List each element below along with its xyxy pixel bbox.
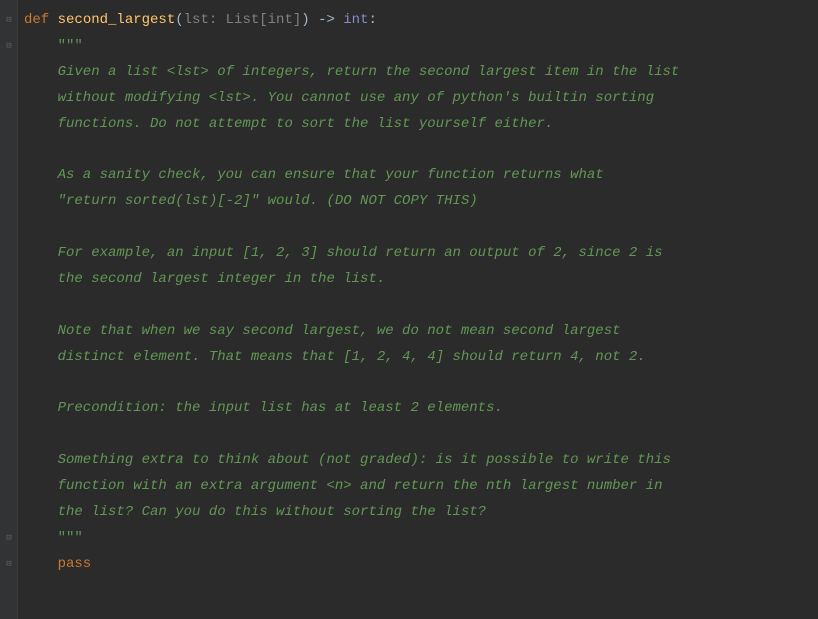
code-line[interactable]: Given a list <lst> of integers, return t… (24, 60, 818, 86)
code-editor[interactable]: ⊟ ⊟ ⊟ ⊟ def second_largest(lst: List[int]) … (0, 0, 818, 619)
code-area[interactable]: def second_largest(lst: List[int]) -> in… (18, 0, 818, 619)
fold-toggle-icon[interactable]: ⊟ (4, 559, 14, 569)
code-line[interactable]: the list? Can you do this without sortin… (24, 500, 818, 526)
fold-toggle-icon[interactable]: ⊟ (4, 41, 14, 51)
token-op: -> (310, 12, 344, 28)
code-line[interactable]: For example, an input [1, 2, 3] should r… (24, 241, 818, 267)
docstring-delim: """ (24, 38, 83, 54)
fold-toggle-icon[interactable]: ⊟ (4, 15, 14, 25)
code-line[interactable]: pass (24, 552, 818, 578)
code-line[interactable] (24, 137, 818, 163)
keyword: pass (24, 556, 91, 572)
docstring-text: Something extra to think about (not grad… (24, 452, 671, 468)
docstring-text: the list? Can you do this without sortin… (24, 504, 486, 520)
docstring-text: without modifying <lst>. You cannot use … (24, 90, 654, 106)
docstring-text: distinct element. That means that [1, 2,… (24, 349, 646, 365)
code-line[interactable]: the second largest integer in the list. (24, 267, 818, 293)
token-punct: ) (301, 12, 309, 28)
code-line[interactable] (24, 422, 818, 448)
code-line[interactable]: function with an extra argument <n> and … (24, 474, 818, 500)
code-line[interactable] (24, 215, 818, 241)
docstring-text: the second largest integer in the list. (24, 271, 385, 287)
code-line[interactable]: distinct element. That means that [1, 2,… (24, 345, 818, 371)
docstring-text: function with an extra argument <n> and … (24, 478, 663, 494)
docstring-text: For example, an input [1, 2, 3] should r… (24, 245, 663, 261)
code-line[interactable] (24, 293, 818, 319)
code-line[interactable]: As a sanity check, you can ensure that y… (24, 163, 818, 189)
code-line[interactable]: Note that when we say second largest, we… (24, 319, 818, 345)
docstring-text: Precondition: the input list has at leas… (24, 400, 503, 416)
code-line[interactable]: Precondition: the input list has at leas… (24, 396, 818, 422)
code-line[interactable]: def second_largest(lst: List[int]) -> in… (24, 8, 818, 34)
token-builtin: int (343, 12, 368, 28)
code-line[interactable] (24, 370, 818, 396)
docstring-delim: """ (24, 530, 83, 546)
code-line[interactable]: Something extra to think about (not grad… (24, 448, 818, 474)
docstring-text: Note that when we say second largest, we… (24, 323, 621, 339)
code-line[interactable]: "return sorted(lst)[-2]" would. (DO NOT … (24, 189, 818, 215)
token-fn: second_largest (58, 12, 176, 28)
token-punct: ( (175, 12, 183, 28)
code-line[interactable]: """ (24, 526, 818, 552)
code-line[interactable]: """ (24, 34, 818, 60)
token-punct: : (369, 12, 377, 28)
docstring-text: As a sanity check, you can ensure that y… (24, 167, 604, 183)
code-line[interactable]: functions. Do not attempt to sort the li… (24, 112, 818, 138)
token-kw: def (24, 12, 58, 28)
fold-toggle-icon[interactable]: ⊟ (4, 533, 14, 543)
editor-gutter: ⊟ ⊟ ⊟ ⊟ (0, 0, 18, 619)
docstring-text: Given a list <lst> of integers, return t… (24, 64, 679, 80)
code-line[interactable]: without modifying <lst>. You cannot use … (24, 86, 818, 112)
docstring-text: "return sorted(lst)[-2]" would. (DO NOT … (24, 193, 478, 209)
docstring-text: functions. Do not attempt to sort the li… (24, 116, 553, 132)
token-param: lst: List[int] (184, 12, 302, 28)
